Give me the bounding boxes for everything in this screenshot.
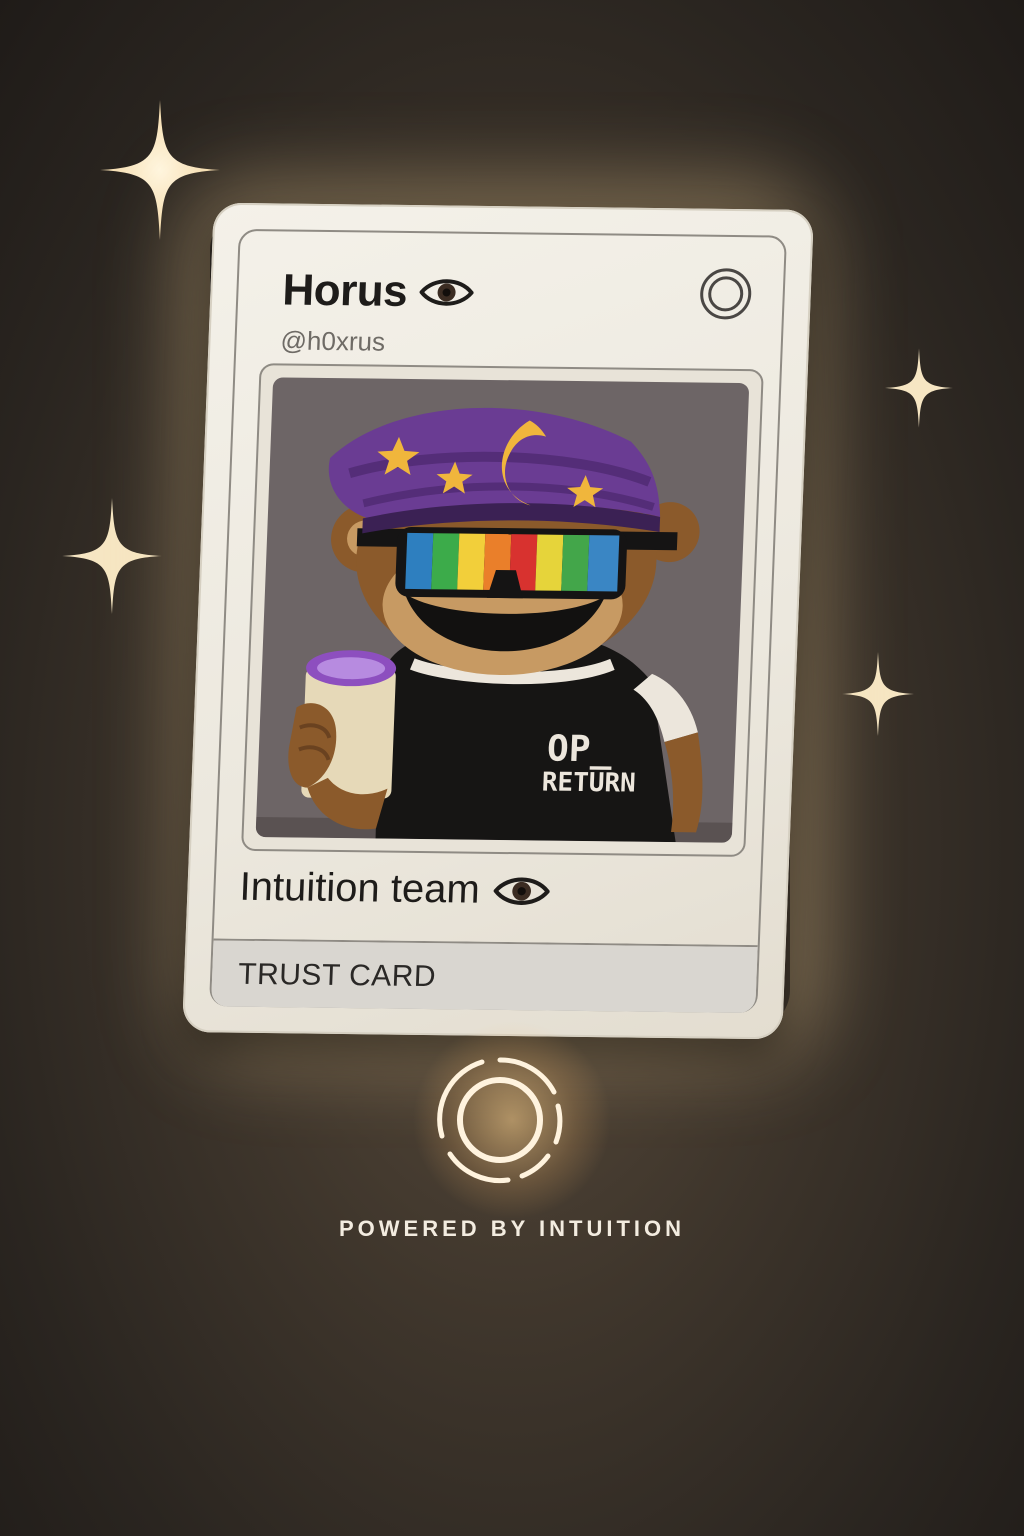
shirt-text-line2: RETURN: [541, 768, 636, 799]
trust-card[interactable]: Horus @h0xrus OP_ RETURN Intuition team …: [180, 180, 820, 1060]
sparkle-icon: [885, 348, 953, 428]
avatar-frame: OP_ RETURN: [240, 363, 764, 857]
shirt-text-line1: OP_: [546, 729, 613, 771]
eye-icon: [493, 877, 551, 905]
profile-name: Horus: [281, 265, 409, 316]
ring-icon: [700, 268, 752, 320]
trust-card-footer: TRUST CARD: [210, 938, 758, 1014]
team-label: Intuition team: [238, 864, 481, 912]
eye-icon: [418, 279, 474, 306]
avatar-artwork: OP_ RETURN: [255, 377, 750, 843]
powered-by-label: POWERED BY INTUITION: [338, 1216, 686, 1241]
monkey-avatar-icon: OP_ RETURN: [255, 408, 733, 843]
sparkle-icon: [842, 652, 914, 736]
profile-handle: @h0xrus: [280, 325, 386, 357]
team-row: Intuition team: [239, 865, 551, 914]
trust-card-label: TRUST CARD: [237, 957, 437, 994]
card-body: Horus @h0xrus OP_ RETURN Intuition team …: [181, 202, 815, 1040]
intuition-ring-icon[interactable]: [430, 1050, 570, 1190]
sparkle-icon: [62, 498, 162, 614]
card-header: Horus: [282, 265, 475, 317]
